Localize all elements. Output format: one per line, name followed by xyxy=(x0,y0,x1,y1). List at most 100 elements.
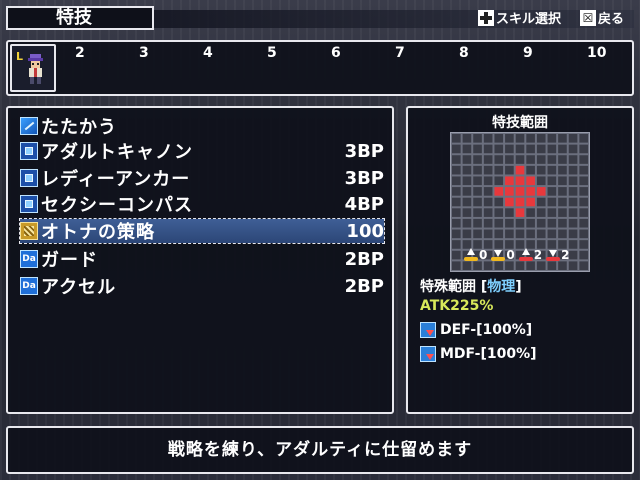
range-cell xyxy=(473,155,482,164)
def-line: DEF-[100%] xyxy=(420,322,532,338)
party-slot-2[interactable]: 2 xyxy=(75,45,85,61)
range-cell xyxy=(452,187,461,196)
range-cell-active xyxy=(505,197,514,207)
back-hint[interactable]: ☒ 戻る xyxy=(580,8,624,27)
range-cell xyxy=(483,176,493,186)
range-cell xyxy=(558,229,567,239)
def-text: DEF-[100%] xyxy=(440,322,533,338)
skill-row-attack[interactable]: たたかう xyxy=(20,114,384,138)
special-range-close: ] xyxy=(515,279,522,295)
skill-list: たたかう アダルトキャノン 3BP レディーアンカー 3BP セクシーコンパス … xyxy=(6,106,394,414)
party-slot-6[interactable]: 6 xyxy=(331,45,341,61)
range-cell xyxy=(494,155,504,164)
range-cell xyxy=(494,208,504,217)
range-cell xyxy=(568,134,578,143)
range-cell xyxy=(579,218,588,228)
range-cell xyxy=(462,187,472,196)
range-cell xyxy=(526,165,535,175)
up-red-icon xyxy=(518,248,533,262)
skill-name: ガード xyxy=(41,250,98,271)
party-slot-8[interactable]: 8 xyxy=(459,45,469,61)
mdf-line: MDF-[100%] xyxy=(420,346,537,362)
range-cell xyxy=(547,165,557,175)
range-cell xyxy=(568,144,578,154)
range-cell xyxy=(515,229,525,239)
range-cell xyxy=(494,229,504,239)
range-cell xyxy=(473,197,482,207)
range-cell xyxy=(526,229,535,239)
party-slot-9[interactable]: 9 xyxy=(523,45,533,61)
range-cell xyxy=(526,218,535,228)
skill-row-sexy-compass[interactable]: セクシーコンパス 4BP xyxy=(20,192,384,216)
range-cell xyxy=(558,134,567,143)
range-cell xyxy=(462,218,472,228)
range-cell xyxy=(452,250,461,260)
range-cell-active xyxy=(494,187,504,196)
range-cell xyxy=(515,261,525,270)
range-cell xyxy=(536,261,546,270)
range-cell xyxy=(579,197,588,207)
skill-cost: 3BP xyxy=(344,167,384,189)
range-cell xyxy=(536,229,546,239)
skill-row-adult-cannon[interactable]: アダルトキャノン 3BP xyxy=(20,139,384,163)
range-cell xyxy=(483,144,493,154)
range-cell xyxy=(452,144,461,154)
range-cell xyxy=(536,134,546,143)
gold-skill-icon xyxy=(20,222,38,240)
range-cell xyxy=(547,229,557,239)
range-cell xyxy=(515,218,525,228)
range-cell xyxy=(483,218,493,228)
party-slot-3[interactable]: 3 xyxy=(139,45,149,61)
range-cell xyxy=(515,134,525,143)
range-cell xyxy=(452,155,461,164)
party-slot-4[interactable]: 4 xyxy=(203,45,213,61)
range-cell xyxy=(483,261,493,270)
range-cell xyxy=(473,144,482,154)
skill-row-otona-strategy[interactable]: オトナの策略 100 xyxy=(19,218,385,244)
range-cell xyxy=(452,134,461,143)
stat-value: 0 xyxy=(506,248,515,262)
help-bar: 戦略を練り、アダルティに仕留めます xyxy=(6,426,634,474)
range-cell xyxy=(547,134,557,143)
range-cell xyxy=(494,134,504,143)
range-cell xyxy=(473,218,482,228)
range-cell xyxy=(558,208,567,217)
skill-row-accel[interactable]: Da アクセル 2BP xyxy=(20,274,384,298)
stat-value: 2 xyxy=(561,248,570,262)
stat-value: 2 xyxy=(533,248,543,262)
range-cell-active xyxy=(515,208,525,217)
party-slot-1[interactable]: L xyxy=(10,44,56,92)
party-slot-7[interactable]: 7 xyxy=(395,45,405,61)
range-cell xyxy=(558,165,567,175)
range-cell xyxy=(558,187,567,196)
party-slot-10[interactable]: 10 xyxy=(587,45,606,61)
range-cell xyxy=(536,165,546,175)
range-cell xyxy=(452,176,461,186)
party-slot-5[interactable]: 5 xyxy=(267,45,277,61)
range-cell xyxy=(568,165,578,175)
skill-cost: 2BP xyxy=(344,248,384,270)
skill-cost: 100 xyxy=(346,220,384,242)
range-cell xyxy=(494,197,504,207)
stat-up-yellow: 0 xyxy=(464,248,487,262)
skill-name: セクシーコンパス xyxy=(41,195,193,216)
range-cell xyxy=(462,155,472,164)
skill-row-lady-anchor[interactable]: レディーアンカー 3BP xyxy=(20,166,384,190)
range-cell xyxy=(494,261,504,270)
range-cell xyxy=(579,165,588,175)
range-cell xyxy=(452,261,461,270)
down-yellow-icon xyxy=(491,248,506,262)
range-cell xyxy=(579,134,588,143)
range-cell xyxy=(558,176,567,186)
skill-select-label: スキル選択 xyxy=(496,12,562,27)
range-cell xyxy=(505,208,514,217)
range-cell xyxy=(452,240,461,249)
range-cell xyxy=(505,165,514,175)
skill-select-hint[interactable]: スキル選択 xyxy=(478,8,561,27)
range-cell xyxy=(452,208,461,217)
range-cell xyxy=(505,218,514,228)
range-cell xyxy=(536,144,546,154)
mdf-text: MDF-[100%] xyxy=(440,346,537,362)
skill-row-guard[interactable]: Da ガード 2BP xyxy=(20,247,384,271)
range-cell-active xyxy=(526,197,535,207)
